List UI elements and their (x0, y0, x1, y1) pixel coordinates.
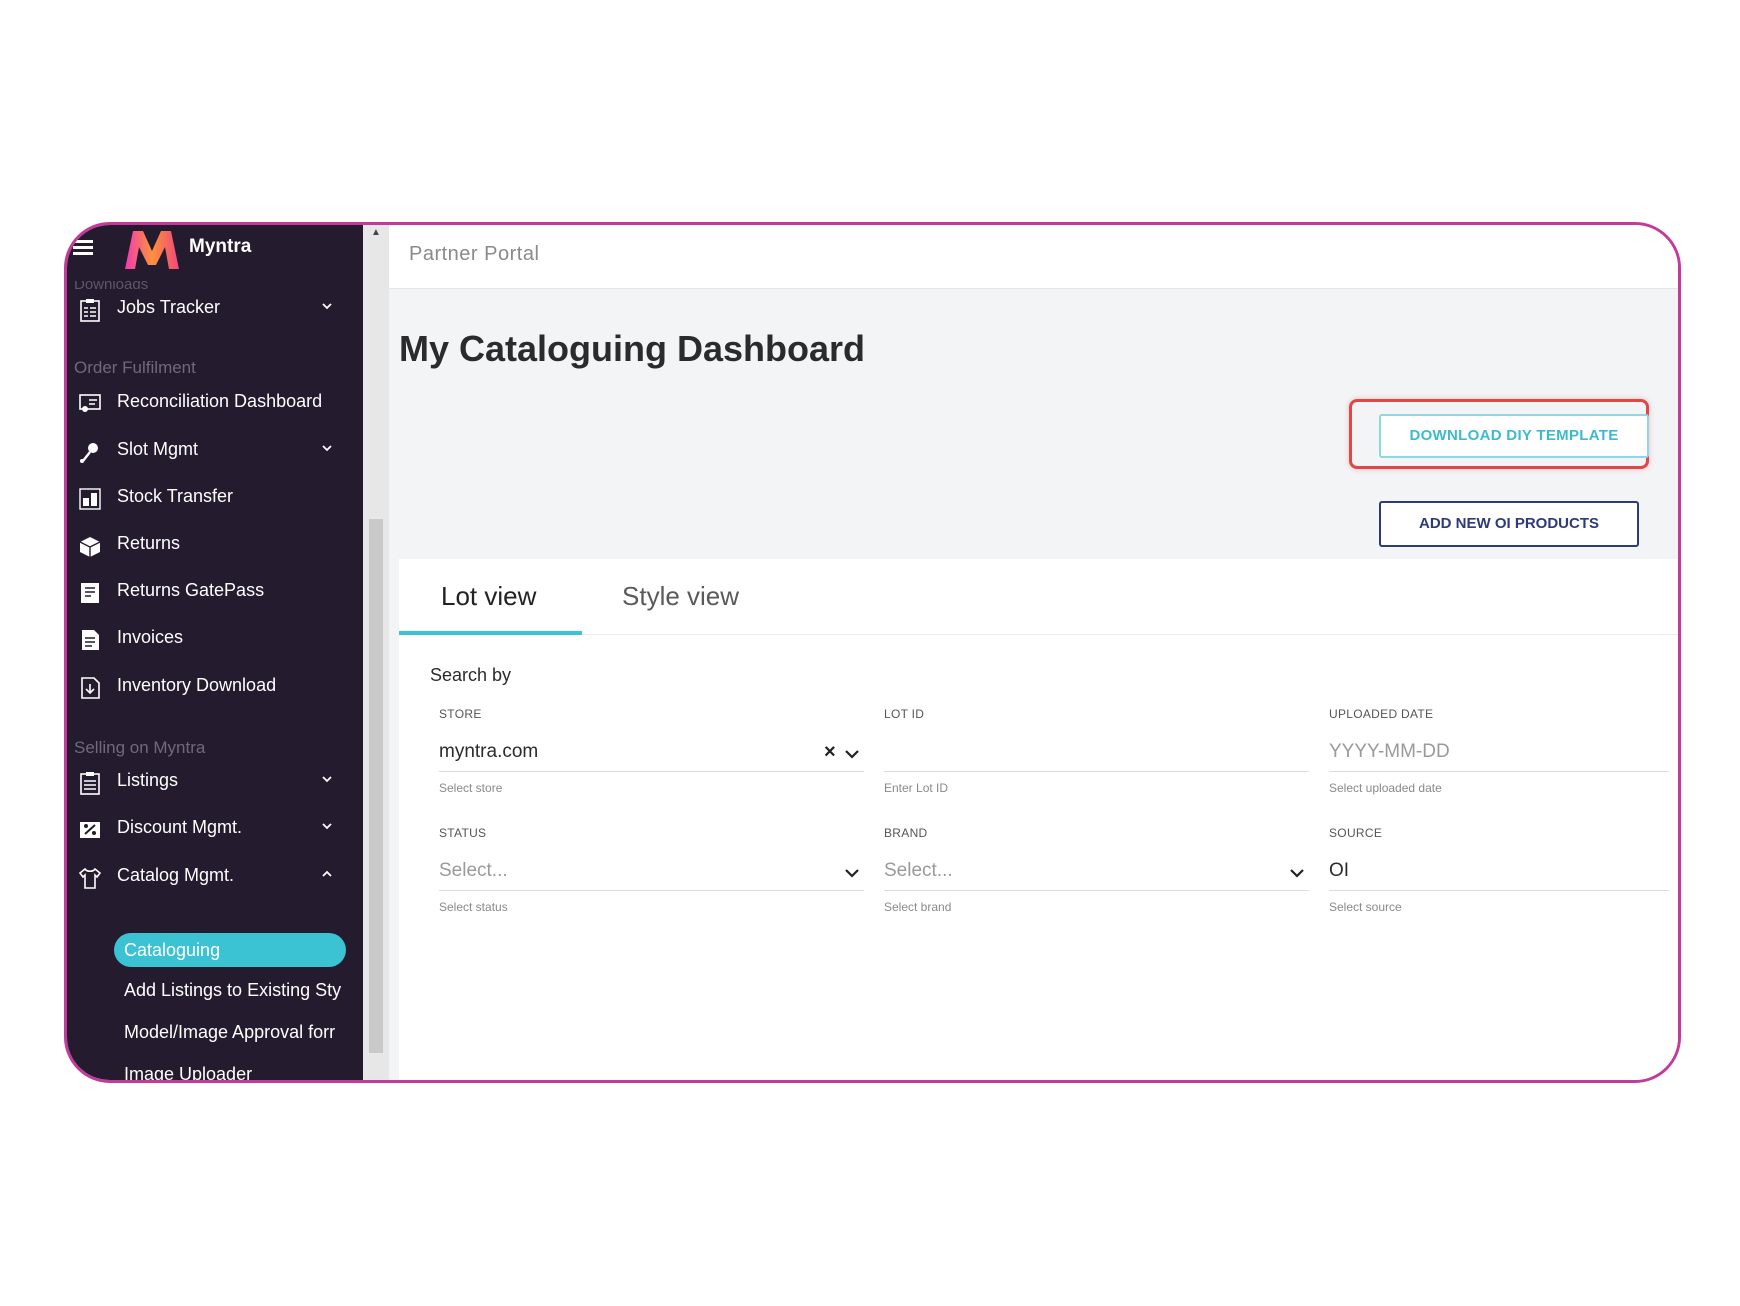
sidebar-item-label: Returns GatePass (117, 580, 265, 600)
cataloguing-card: Lot view Style view Search by STORE mynt… (399, 559, 1678, 1080)
chevron-down-icon (322, 303, 332, 310)
sidebar-item-label: Stock Transfer (117, 486, 234, 506)
sidebar-subitem-model-image-approval[interactable]: Model/Image Approval forr (124, 1022, 349, 1043)
sidebar-item-label: Discount Mgmt. (117, 817, 243, 837)
store-field[interactable]: STORE myntra.com × Select store (439, 707, 864, 795)
status-label: STATUS (439, 826, 487, 840)
sidebar-item-stock-transfer[interactable]: Stock Transfer (67, 477, 363, 515)
lot-id-field[interactable]: LOT ID Enter Lot ID (884, 707, 1309, 795)
add-new-oi-products-button[interactable]: ADD NEW OI PRODUCTS (1379, 501, 1639, 547)
brand-select[interactable]: Select... (884, 860, 953, 882)
chevron-down-icon[interactable] (844, 866, 860, 880)
hamburger-menu-icon[interactable] (73, 240, 93, 256)
brand-label: BRAND (884, 826, 928, 840)
scroll-up-arrow-icon[interactable]: ▲ (371, 227, 381, 238)
source-underline (1329, 890, 1669, 891)
source-field[interactable]: SOURCE OI Select source (1329, 826, 1669, 914)
list-icon (80, 772, 100, 795)
clear-icon[interactable]: × (824, 741, 836, 764)
download-icon (81, 677, 100, 699)
status-helper-text: Select status (439, 900, 508, 914)
status-select[interactable]: Select... (439, 860, 508, 882)
sidebar-item-label: Inventory Download (117, 675, 277, 695)
dashboard-icon (79, 394, 101, 412)
clipboard-icon (80, 299, 100, 322)
chevron-up-icon (322, 870, 332, 877)
store-underline (439, 771, 864, 772)
source-value[interactable]: OI (1329, 860, 1349, 882)
portal-title: Partner Portal (409, 243, 540, 265)
sidebar-item-catalog-mgmt[interactable]: Catalog Mgmt. (67, 856, 363, 894)
sidebar-item-label: Listings (117, 770, 179, 790)
sidebar-section-order-fulfilment: Order Fulfilment (74, 358, 196, 377)
sidebar-section-selling: Selling on Myntra (74, 738, 206, 757)
sidebar-scrollbar[interactable]: ▲ (363, 225, 389, 1080)
store-label: STORE (439, 707, 482, 721)
download-diy-template-button[interactable]: DOWNLOAD DIY TEMPLATE (1379, 414, 1649, 458)
uploaded-date-label: UPLOADED DATE (1329, 707, 1434, 721)
chevron-down-icon[interactable] (1289, 866, 1305, 880)
box-icon (79, 537, 101, 557)
active-tab-indicator (399, 631, 582, 635)
brand-underline (884, 890, 1309, 891)
main-content: Partner Portal My Cataloguing Dashboard … (389, 225, 1678, 1080)
tab-style-view[interactable]: Style view (622, 581, 739, 612)
page-title: My Cataloguing Dashboard (399, 328, 866, 369)
sidebar-item-label: Reconciliation Dashboard (117, 391, 323, 411)
sidebar-subitem-label: Cataloguing (124, 940, 221, 960)
search-by-label: Search by (430, 665, 512, 685)
sidebar-subitem-image-uploader[interactable]: Image Uploader (124, 1064, 349, 1080)
lot-id-helper-text: Enter Lot ID (884, 781, 949, 795)
source-label: SOURCE (1329, 826, 1383, 840)
lot-id-underline (884, 771, 1309, 772)
uploaded-date-helper-text: Select uploaded date (1329, 781, 1442, 795)
sidebar-subitem-add-listings[interactable]: Add Listings to Existing Sty (124, 980, 349, 1001)
uploaded-date-field[interactable]: UPLOADED DATE YYYY-MM-DD Select uploaded… (1329, 707, 1669, 795)
sidebar-item-label: Invoices (117, 627, 184, 647)
sidebar-item-label: Returns (117, 533, 181, 553)
brand-helper-text: Select brand (884, 900, 952, 914)
chevron-down-icon[interactable] (844, 747, 860, 761)
sidebar-header: Myntra (67, 225, 363, 273)
tabs-divider (399, 634, 1678, 635)
sidebar-item-inventory-download[interactable]: Inventory Download (67, 666, 363, 704)
scrollbar-thumb[interactable] (369, 519, 383, 1053)
chevron-down-icon (322, 823, 332, 830)
sidebar-item-jobs-tracker[interactable]: Jobs Tracker (67, 288, 363, 326)
gatepass-icon (81, 583, 99, 603)
sidebar-item-invoices[interactable]: Invoices (67, 618, 363, 656)
sidebar: Myntra Downloads Jobs Tracker Order Fulf… (67, 225, 363, 1080)
lot-id-label: LOT ID (884, 707, 925, 721)
status-underline (439, 890, 864, 891)
status-field[interactable]: STATUS Select... Select status (439, 826, 864, 914)
uploaded-date-input[interactable]: YYYY-MM-DD (1329, 741, 1450, 763)
pin-icon (80, 443, 98, 463)
sidebar-item-label: Slot Mgmt (117, 439, 199, 459)
chevron-down-icon (322, 776, 332, 783)
sidebar-item-returns[interactable]: Returns (67, 524, 363, 562)
tshirt-icon (78, 867, 102, 889)
tab-lot-view[interactable]: Lot view (441, 581, 536, 612)
store-helper-text: Select store (439, 781, 503, 795)
uploaded-date-underline (1329, 771, 1669, 772)
screenshot-frame: Myntra Downloads Jobs Tracker Order Fulf… (64, 222, 1681, 1083)
myntra-logo[interactable] (121, 225, 183, 273)
sidebar-subitem-cataloguing[interactable]: Cataloguing (114, 933, 346, 967)
top-bar: Partner Portal (389, 225, 1678, 289)
brand-name: Myntra (189, 236, 252, 257)
sidebar-item-label: Jobs Tracker (117, 297, 221, 317)
source-helper-text: Select source (1329, 900, 1402, 914)
transfer-icon (79, 488, 101, 510)
sidebar-item-discount-mgmt[interactable]: Discount Mgmt. (67, 808, 363, 846)
sidebar-item-label: Catalog Mgmt. (117, 865, 235, 885)
discount-icon (80, 822, 100, 838)
sidebar-item-reconciliation-dashboard[interactable]: Reconciliation Dashboard (67, 382, 363, 420)
sidebar-item-listings[interactable]: Listings (67, 761, 363, 799)
document-icon (82, 630, 99, 650)
sidebar-item-slot-mgmt[interactable]: Slot Mgmt (67, 430, 363, 468)
store-value[interactable]: myntra.com (439, 741, 538, 763)
brand-field[interactable]: BRAND Select... Select brand (884, 826, 1309, 914)
chevron-down-icon (322, 445, 332, 452)
sidebar-item-returns-gatepass[interactable]: Returns GatePass (67, 571, 363, 609)
